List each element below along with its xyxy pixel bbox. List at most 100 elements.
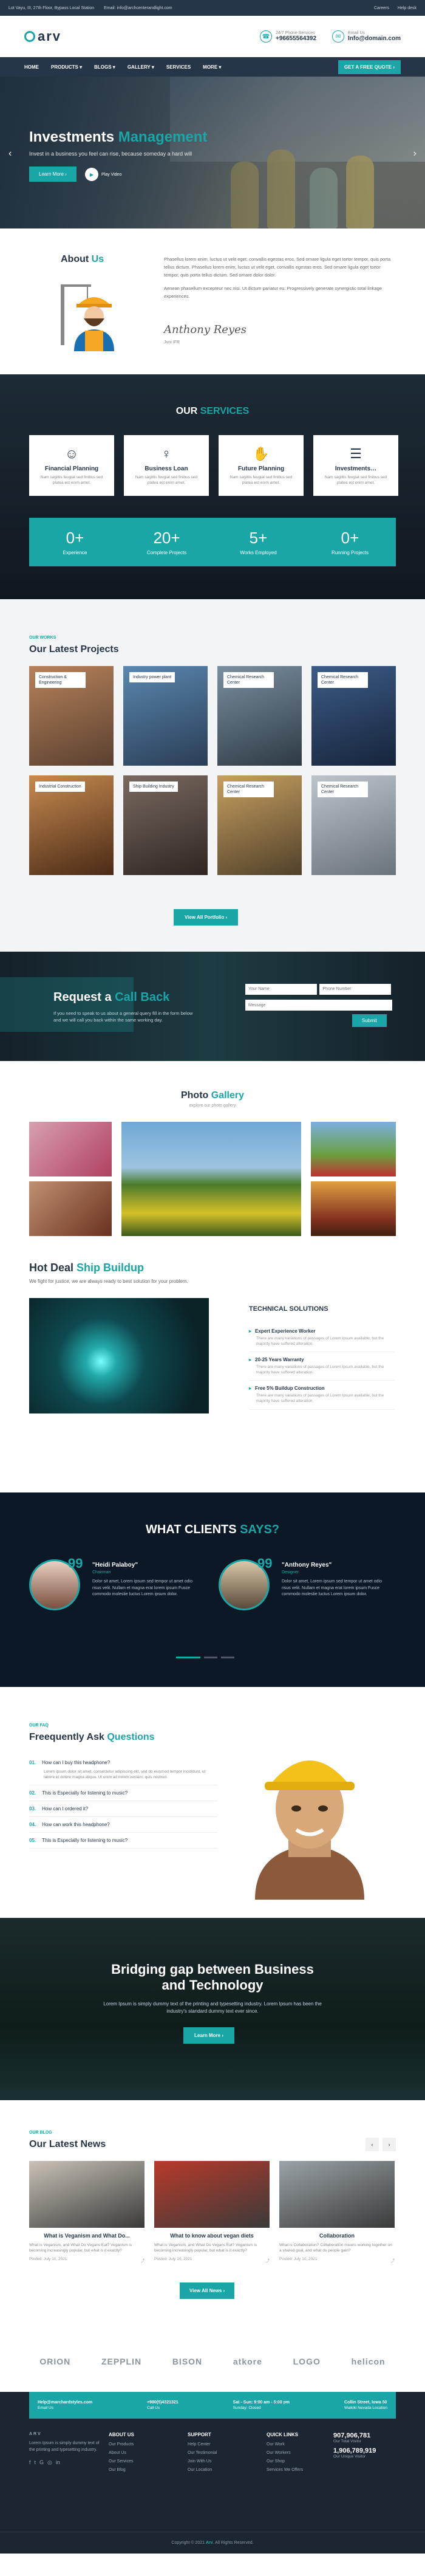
project-card[interactable]: Construction & Engineering — [29, 666, 114, 766]
email-info[interactable]: ✉ Email Us Info@domain.com — [332, 30, 401, 43]
project-card[interactable]: Chemical Research Center — [217, 666, 302, 766]
project-card[interactable]: Chemical Research Center — [311, 775, 396, 875]
share-icon[interactable]: ⤴ — [391, 2257, 395, 2263]
footer-logo[interactable]: ARV — [29, 2432, 109, 2436]
play-video-button[interactable]: ▶ Play Video — [85, 168, 121, 181]
nav-more[interactable]: MORE ▾ — [203, 64, 221, 70]
slider-prev-icon[interactable]: ‹ — [8, 148, 12, 159]
partner-logo[interactable]: LOGO — [293, 2357, 321, 2366]
signature: Anthony Reyes — [164, 323, 247, 336]
nav-gallery[interactable]: GALLERY ▾ — [127, 64, 154, 70]
footer-link[interactable]: Our Testimonial — [188, 2451, 254, 2455]
stat-number: 0+ — [66, 529, 84, 547]
view-all-portfolio-button[interactable]: View All Portfolio › — [174, 909, 239, 926]
project-label: Chemical Research Center — [223, 781, 274, 798]
email-text[interactable]: Email: info@archcenterandlight.com — [104, 6, 172, 10]
pagination-dot[interactable] — [176, 1657, 200, 1658]
nav-home[interactable]: HOME — [24, 64, 39, 70]
play-icon: ▶ — [85, 168, 98, 181]
share-icon[interactable]: ⤴ — [141, 2257, 145, 2263]
footer-link[interactable]: Help Center — [188, 2442, 254, 2447]
footer-link[interactable]: Our Workers — [267, 2451, 333, 2455]
gallery-photo[interactable] — [29, 1181, 112, 1236]
phone-info[interactable]: ☎ 24/7 Phone Services +96655564392 — [259, 30, 316, 43]
gallery-photo[interactable] — [29, 1122, 112, 1176]
nav-blogs[interactable]: BLOGS ▾ — [94, 64, 115, 70]
project-card[interactable]: Ship Building Industry — [123, 775, 208, 875]
footer-link[interactable]: About Us — [109, 2451, 175, 2455]
partner-logo[interactable]: atkore — [233, 2357, 262, 2366]
footer-link[interactable]: Our Services — [109, 2459, 175, 2464]
news-image — [279, 2161, 395, 2228]
share-icon[interactable]: ⤴ — [266, 2257, 270, 2263]
linkedin-icon[interactable]: in — [56, 2459, 60, 2466]
project-card[interactable]: Industry power plant — [123, 666, 208, 766]
footer-link[interactable]: Our Location — [188, 2468, 254, 2472]
free-quote-button[interactable]: GET A FREE QUOTE › — [338, 60, 401, 74]
footer-link[interactable]: Our Products — [109, 2442, 175, 2447]
project-card[interactable]: Industrial Construction — [29, 775, 114, 875]
message-input[interactable] — [245, 1000, 392, 1011]
service-card[interactable]: ✋ Future Planning Nam sagittis feugiat sed… — [219, 435, 304, 496]
project-card[interactable]: Chemical Research Center — [311, 666, 396, 766]
news-card[interactable]: What to know about vegan diets What is Ve… — [154, 2161, 270, 2263]
project-label: Construction & Engineering — [35, 672, 86, 689]
name-input[interactable] — [245, 983, 317, 995]
faq-item[interactable]: 01. How can I buy this headphone? Lorem ip… — [29, 1755, 217, 1786]
partner-logo[interactable]: helicon — [352, 2357, 386, 2366]
faq-item[interactable]: 03. How can I ordered it? — [29, 1801, 217, 1818]
feature-title: 20-25 Years Warranty — [249, 1357, 395, 1362]
partner-logo[interactable]: BISON — [172, 2357, 202, 2366]
service-card[interactable]: ☺ Financial Planning Nam sagittis feugiat … — [29, 435, 114, 496]
future-planning-icon: ✋ — [253, 446, 270, 461]
partner-logo[interactable]: ZEPPLIN — [101, 2357, 141, 2366]
news-card[interactable]: What is Veganism and What Do... What is V… — [29, 2161, 144, 2263]
gallery-subtitle: explore our photo gallery — [189, 1104, 236, 1108]
footer-link[interactable]: Join With Us — [188, 2459, 254, 2464]
site-logo[interactable]: arv — [24, 29, 61, 44]
news-card[interactable]: Collaboration What is Collaboration? Coll… — [279, 2161, 395, 2263]
footer-link[interactable]: Our Work — [267, 2442, 333, 2447]
faq-item[interactable]: 05. This is Especially for listening to m… — [29, 1833, 217, 1849]
slider-next-icon[interactable]: › — [413, 148, 416, 159]
partner-logo[interactable]: ORION — [39, 2357, 70, 2366]
gallery-photo[interactable] — [121, 1122, 301, 1236]
faq-item[interactable]: 02. This is Especially for listening to m… — [29, 1785, 217, 1802]
phone-input[interactable] — [319, 983, 392, 995]
instagram-icon[interactable]: ◎ — [47, 2459, 52, 2466]
news-next-icon[interactable]: › — [382, 2138, 396, 2151]
view-all-news-button[interactable]: View All News › — [180, 2282, 235, 2299]
project-card[interactable]: Chemical Research Center — [217, 775, 302, 875]
google-icon[interactable]: G — [39, 2459, 44, 2466]
footer-link[interactable]: Our Blog — [109, 2468, 175, 2472]
faq-item[interactable]: 04. How can work this headphone? — [29, 1817, 217, 1833]
news-title[interactable]: What is Veganism and What Do... — [29, 2233, 144, 2239]
careers-link[interactable]: Careers — [374, 6, 389, 10]
service-card[interactable]: ♀ Business Loan Nam sagittis feugiat sed f… — [124, 435, 209, 496]
pagination-dot[interactable] — [204, 1657, 217, 1658]
news-prev-icon[interactable]: ‹ — [365, 2138, 379, 2151]
pagination-dot[interactable] — [221, 1657, 234, 1658]
news-title[interactable]: What to know about vegan diets — [154, 2233, 270, 2239]
nav-products[interactable]: PRODUCTS ▾ — [51, 64, 82, 70]
facebook-icon[interactable]: f — [29, 2459, 31, 2466]
banner-learn-more-button[interactable]: Learn More › — [183, 2027, 235, 2044]
nav-services[interactable]: SERVICES — [166, 64, 191, 70]
gallery-photo[interactable] — [311, 1181, 396, 1236]
footer-link[interactable]: Services We Offers — [267, 2468, 333, 2472]
news-title[interactable]: Collaboration — [279, 2233, 395, 2239]
service-card[interactable]: ☰ Investments… Nam sagittis feugiat sed fi… — [313, 435, 398, 496]
twitter-icon[interactable]: t — [35, 2459, 36, 2466]
footer-link[interactable]: Our Shop — [267, 2459, 333, 2464]
feature-item: 20-25 Years Warranty There are many varia… — [249, 1352, 395, 1381]
gallery-photo[interactable] — [311, 1122, 396, 1176]
stat-number: 20+ — [153, 529, 180, 547]
hero-learn-more-button[interactable]: Learn More › — [29, 167, 76, 182]
banner-text: Lorem Ipsum is simply dummy text of the … — [103, 2001, 322, 2014]
testimonial-card: 99 "Heidi Palaboy" Chairman Dolor sit am… — [29, 1556, 199, 1632]
faq-section: OUR FAQ Freequently Ask Questions 01. How… — [0, 1687, 425, 1918]
submit-button[interactable]: Submit — [352, 1014, 387, 1027]
phone-icon: ☎ — [259, 30, 272, 43]
footer-column: ABOUT US Our Products About Us Our Services… — [109, 2432, 175, 2476]
help-desk-link[interactable]: Help desk — [398, 6, 416, 10]
